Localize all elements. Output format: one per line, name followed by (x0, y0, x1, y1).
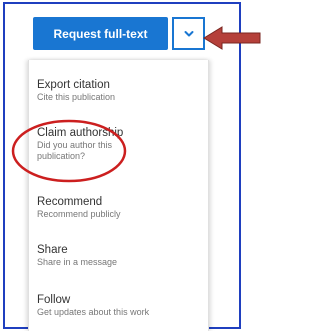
menu-item-description: Recommend publicly (37, 209, 121, 219)
menu-item-title: Export citation (37, 79, 110, 91)
menu-item-follow[interactable]: Follow Get updates about this work (37, 293, 202, 318)
menu-item-recommend[interactable]: Recommend Recommend publicly (37, 195, 202, 220)
menu-item-claim-authorship[interactable]: Claim authorship Did you author this pub… (37, 126, 202, 162)
chevron-down-icon (184, 30, 193, 36)
menu-item-description: Get updates about this work (37, 307, 150, 317)
menu-item-description: Share in a message (37, 257, 118, 267)
menu-item-share[interactable]: Share Share in a message (37, 243, 202, 268)
menu-item-description: Did you author this publication? (37, 140, 113, 161)
menu-item-title: Share (37, 244, 68, 256)
more-options-dropdown-button[interactable] (172, 17, 205, 50)
menu-item-title: Claim authorship (37, 127, 124, 139)
menu-item-export-citation[interactable]: Export citation Cite this publication (37, 78, 202, 103)
menu-item-description: Cite this publication (37, 92, 116, 102)
request-full-text-button[interactable]: Request full-text (33, 17, 168, 50)
menu-item-title: Recommend (37, 196, 103, 208)
actions-dropdown-menu: Export citation Cite this publication Cl… (28, 60, 209, 331)
menu-item-title: Follow (37, 294, 71, 306)
